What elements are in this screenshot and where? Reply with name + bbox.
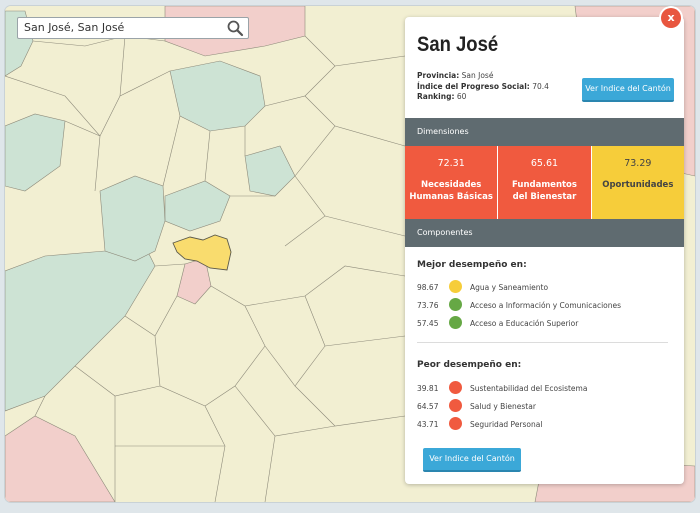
status-dot-icon — [449, 280, 462, 293]
search-box[interactable] — [17, 17, 249, 39]
ips-label: Índice del Progreso Social: — [417, 81, 530, 91]
provincia-label: Provincia: — [417, 71, 460, 80]
component-score: 73.76 — [417, 301, 439, 310]
dimension-label: Necesidades Humanas Básicas — [409, 180, 493, 202]
ips-value: 70.4 — [532, 81, 549, 91]
close-icon[interactable]: x — [661, 8, 681, 28]
component-score: 43.71 — [417, 420, 439, 429]
component-score: 57.45 — [417, 319, 439, 328]
status-dot-icon — [449, 316, 462, 329]
component-name: Acceso a Educación Superior — [470, 319, 579, 328]
search-input[interactable] — [24, 21, 214, 34]
ranking-label: Ranking: — [417, 92, 455, 101]
dimension-necesidades[interactable]: 72.31 Necesidades Humanas Básicas — [405, 146, 499, 219]
worst-performance-title: Peor desempeño en: — [417, 360, 522, 370]
dimension-label: Fundamentos del Bienestar — [512, 180, 577, 202]
status-dot-icon — [449, 381, 462, 394]
component-score: 39.81 — [417, 384, 439, 393]
status-dot-icon — [449, 399, 462, 412]
canton-info-panel: San José Provincia: San José Índice del … — [405, 17, 684, 484]
component-name: Sustentabilidad del Ecosistema — [470, 384, 588, 393]
dimension-oportunidades[interactable]: 73.29 Oportunidades — [591, 146, 684, 219]
canton-meta: Provincia: San José Índice del Progreso … — [417, 71, 549, 103]
component-name: Salud y Bienestar — [470, 402, 536, 411]
components-header: Componentes — [405, 219, 684, 247]
component-name: Acceso a Información y Comunicaciones — [470, 301, 622, 310]
dimension-value: 65.61 — [530, 158, 559, 169]
map-frame: San José Provincia: San José Índice del … — [5, 6, 695, 502]
component-score: 64.57 — [417, 402, 439, 411]
status-dot-icon — [449, 298, 462, 311]
canton-title: San José — [417, 33, 499, 56]
ver-indice-canton-button-bottom[interactable]: Ver Indice del Cantón — [423, 448, 521, 472]
dimension-value: 72.31 — [437, 158, 465, 169]
search-icon[interactable] — [226, 19, 244, 37]
status-dot-icon — [449, 417, 462, 430]
dimensions-row: 72.31 Necesidades Humanas Básicas 65.61 F… — [405, 146, 684, 219]
dimension-value: 73.29 — [624, 158, 652, 169]
divider — [417, 342, 668, 343]
component-name: Seguridad Personal — [470, 420, 543, 429]
component-name: Agua y Saneamiento — [470, 283, 549, 292]
dimension-label: Oportunidades — [602, 180, 674, 190]
best-performance-title: Mejor desempeño en: — [417, 260, 527, 270]
ranking-value: 60 — [456, 92, 467, 101]
ver-indice-canton-button-top[interactable]: Ver Indice del Cantón — [582, 78, 674, 102]
component-score: 98.67 — [417, 283, 439, 292]
dimensions-header: Dimensiones — [405, 118, 684, 146]
provincia-value: San José — [461, 71, 494, 80]
dimension-fundamentos[interactable]: 65.61 Fundamentos del Bienestar — [498, 146, 592, 219]
